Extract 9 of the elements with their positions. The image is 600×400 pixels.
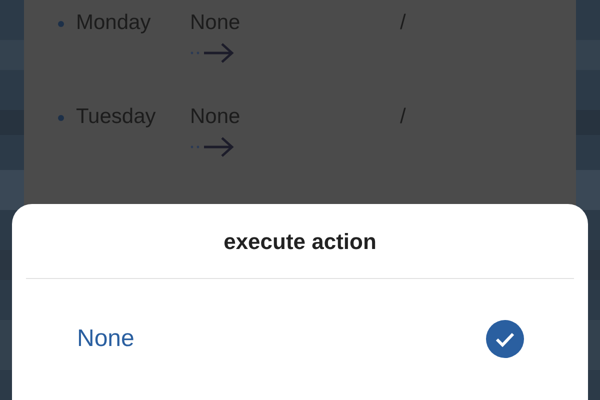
option-label: None	[77, 325, 134, 353]
separator-text: /	[400, 10, 406, 36]
separator-text: /	[400, 104, 406, 130]
arrow-icon	[190, 42, 236, 64]
bullet-icon	[58, 115, 64, 121]
option-item[interactable]: None	[12, 279, 588, 399]
sheet-title: execute action	[222, 228, 378, 256]
bullet-icon	[58, 21, 64, 27]
arrow-icon	[190, 136, 236, 158]
